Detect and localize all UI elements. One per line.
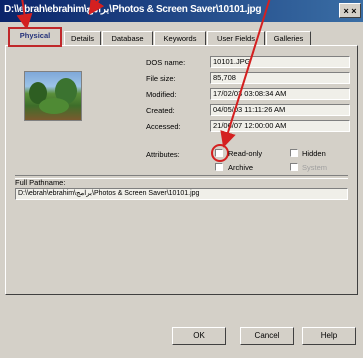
hidden-label: Hidden — [302, 149, 326, 158]
system-checkbox[interactable] — [290, 163, 298, 171]
tab-galleries[interactable]: Galleries — [266, 31, 311, 46]
tab-database[interactable]: Database — [102, 31, 153, 46]
system-label: System — [302, 163, 328, 172]
accessed-field: 21/06/07 12:00:00 AM — [210, 120, 350, 132]
tab-keywords[interactable]: Keywords — [154, 31, 206, 46]
file-size-field: 85,708 — [210, 72, 350, 84]
title-bar: D:\\ebrah\ebrahim\برامج\Photos & Screen … — [0, 0, 363, 22]
modified-label: Modified: — [146, 90, 177, 99]
archive-checkbox[interactable] — [215, 163, 223, 171]
cancel-button[interactable]: Cancel — [240, 327, 294, 345]
attributes-label: Attributes: — [146, 150, 180, 159]
ok-button[interactable]: OK — [172, 327, 226, 345]
archive-label: Archive — [228, 163, 254, 172]
tab-user-fields[interactable]: User Fields — [207, 31, 265, 46]
close-icon[interactable]: × × — [339, 3, 361, 18]
modified-field: 17/02/03 03:08:34 AM — [210, 88, 350, 100]
created-field: 04/05/03 11:11:26 AM — [210, 104, 350, 116]
full-pathname-field: D:\\ebrah\ebrahim\برامج\Photos & Screen … — [15, 188, 348, 200]
tab-physical[interactable]: Physical — [8, 27, 62, 47]
hidden-checkbox[interactable] — [290, 149, 298, 157]
created-label: Created: — [146, 106, 175, 115]
read-only-label: Read-only — [228, 149, 263, 158]
dos-name-label: DOS name: — [146, 58, 186, 67]
dos-name-field: 10101.JPG — [210, 56, 350, 68]
window-title: D:\\ebrah\ebrahim\برامج\Photos & Screen … — [4, 4, 262, 15]
file-size-label: File size: — [146, 74, 176, 83]
help-button[interactable]: Help — [302, 327, 356, 345]
accessed-label: Accessed: — [146, 122, 181, 131]
image-thumbnail — [24, 71, 82, 121]
tab-details[interactable]: Details — [64, 31, 101, 46]
full-pathname-label: Full Pathname: — [15, 178, 66, 187]
read-only-highlight-circle — [211, 144, 229, 162]
